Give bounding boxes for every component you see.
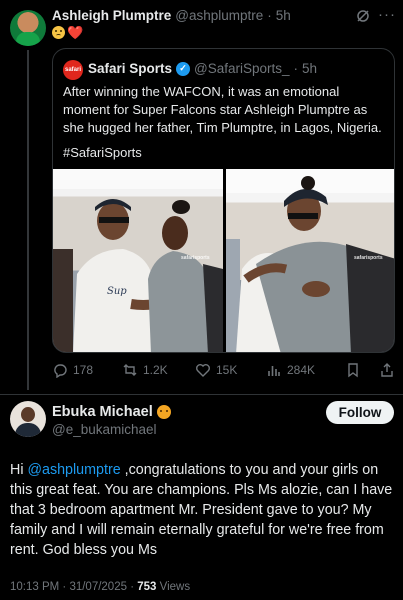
reply-count: 178 — [73, 363, 94, 377]
heart-emoji-icon: ❤️ — [67, 25, 84, 40]
bookmark-button[interactable] — [345, 362, 361, 378]
separator-dot: · — [267, 8, 272, 23]
mention-link[interactable]: @ashplumptre — [27, 462, 120, 478]
reply-text: Hi @ashplumptre ,congratulations to you … — [10, 460, 395, 560]
safari-sports-avatar[interactable]: safari — [63, 60, 83, 80]
parent-tweet-text: ❤️ — [52, 26, 83, 39]
quoted-tweet-header: Safari Sports ✓ @SafariSports_ · 5h — [88, 61, 317, 76]
view-count: 753 — [137, 581, 157, 593]
svg-text:Sup: Sup — [107, 286, 127, 297]
parent-tweet[interactable]: Ashleigh Plumptre @ashplumptre · 5h ❤️ ·… — [0, 0, 403, 395]
repost-icon — [123, 364, 137, 376]
views-label: Views — [156, 581, 191, 593]
quoted-tweet[interactable]: safari Safari Sports ✓ @SafariSports_ · … — [52, 48, 395, 353]
parent-author-handle[interactable]: @ashplumptre — [175, 8, 263, 23]
follow-button[interactable]: Follow — [326, 401, 394, 424]
ashleigh-avatar[interactable] — [10, 10, 46, 46]
photo-watermark: safarisports — [181, 255, 210, 261]
quoted-time[interactable]: 5h — [302, 61, 317, 76]
reply-author-name-text[interactable]: Ebuka Michael — [52, 404, 153, 420]
reply-author-name[interactable]: Ebuka Michael — [52, 404, 171, 420]
parent-tweet-header: Ashleigh Plumptre @ashplumptre · 5h — [52, 8, 291, 23]
heart-icon — [196, 364, 210, 377]
thread-line — [27, 50, 29, 390]
repost-count: 1.2K — [143, 363, 168, 377]
analytics-icon — [268, 366, 280, 376]
sad-face-emoji-icon — [52, 26, 65, 39]
tweet-actions: 178 1.2K 15K 284K — [52, 362, 395, 382]
parent-author-name[interactable]: Ashleigh Plumptre — [52, 8, 171, 23]
separator-dot: · — [293, 61, 299, 76]
quoted-author-name[interactable]: Safari Sports — [88, 61, 172, 76]
verified-badge-icon: ✓ — [176, 61, 191, 76]
views-button[interactable]: 284K — [266, 362, 315, 378]
reply-button[interactable]: 178 — [52, 362, 93, 378]
quoted-tweet-text: After winning the WAFCON, it was an emot… — [63, 84, 382, 135]
quoted-hashtag[interactable]: #SafariSports — [63, 145, 142, 160]
photo-hug-left[interactable]: Sup safarisports — [53, 169, 223, 352]
reply-icon — [54, 364, 67, 378]
divider — [0, 394, 403, 395]
reply-author-handle[interactable]: @e_bukamichael — [52, 422, 157, 437]
parent-time[interactable]: 5h — [276, 8, 291, 23]
safari-logo-text: safari — [64, 67, 81, 73]
photo-watermark: safarisports — [354, 255, 383, 261]
more-options-icon[interactable]: ··· — [378, 6, 396, 23]
reply-text-prefix: Hi — [10, 462, 28, 478]
views-count: 284K — [287, 363, 316, 377]
repost-button[interactable]: 1.2K — [122, 362, 168, 378]
grok-icon[interactable] — [355, 8, 371, 24]
quoted-author-handle[interactable]: @SafariSports_ — [194, 61, 290, 76]
bookmark-icon — [348, 363, 358, 378]
like-button[interactable]: 15K — [195, 362, 237, 378]
ebuka-avatar[interactable] — [10, 401, 46, 437]
share-button[interactable] — [379, 362, 395, 378]
like-count: 15K — [216, 363, 238, 377]
share-icon — [381, 363, 393, 377]
timestamp[interactable]: 10:13 PM · 31/07/2025 · — [10, 581, 137, 593]
tweet-metadata: 10:13 PM · 31/07/2025 · 753 Views — [10, 581, 190, 593]
lion-emoji-icon — [156, 405, 171, 419]
photo-hug-right[interactable]: safarisports — [226, 169, 394, 352]
